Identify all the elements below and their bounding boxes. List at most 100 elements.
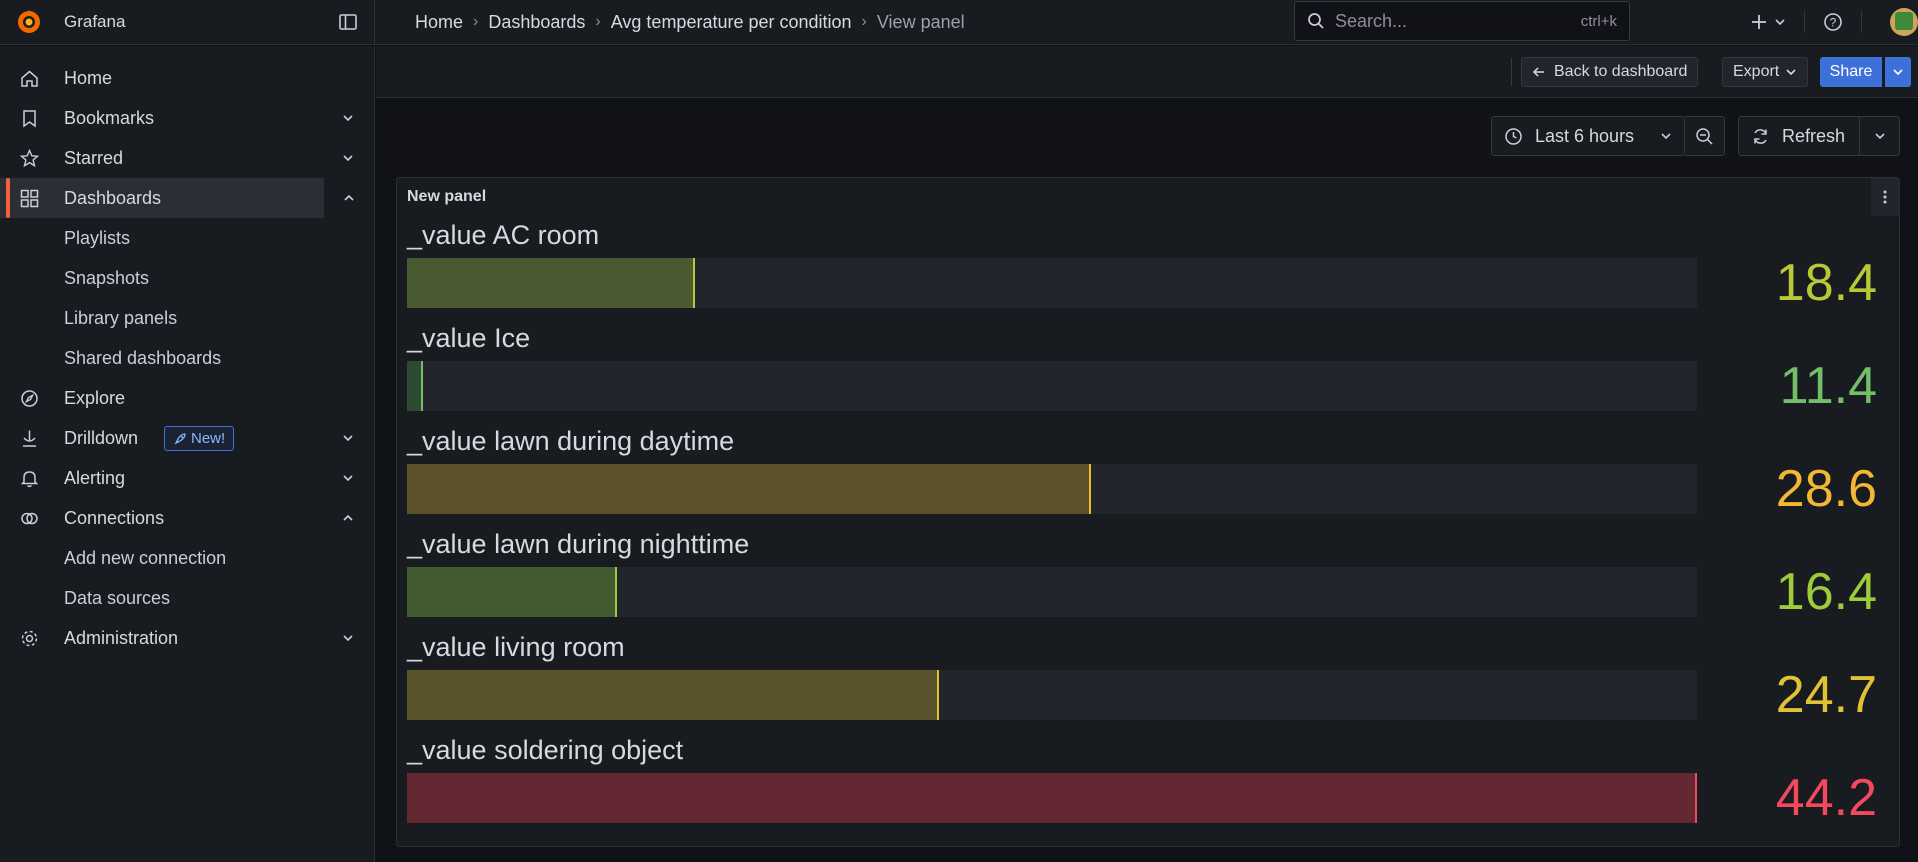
new-badge: New! <box>164 426 235 451</box>
sidebar-item-shared-dashboards[interactable]: Shared dashboards <box>0 338 374 378</box>
chevron-down-icon[interactable] <box>342 632 354 644</box>
gauge-value: 11.4 <box>1779 357 1877 415</box>
gauge-track <box>407 464 1697 514</box>
breadcrumb: Home › Dashboards › Avg temperature per … <box>415 12 965 33</box>
gauge-edge <box>937 670 939 720</box>
refresh-label: Refresh <box>1782 125 1846 146</box>
time-range-picker[interactable]: Last 6 hours <box>1491 116 1685 156</box>
export-button[interactable]: Export <box>1722 57 1809 87</box>
time-range-label: Last 6 hours <box>1535 125 1635 146</box>
bar-gauge-panel: New panel _value AC room 18.4 _value Ice 11… <box>396 177 1900 847</box>
sidebar-item-label: Snapshots <box>64 267 150 288</box>
avatar[interactable] <box>1890 8 1918 36</box>
gauge-track <box>407 258 1697 308</box>
zoom-out-button[interactable] <box>1685 116 1725 156</box>
sidebar-item-administration[interactable]: Administration <box>0 618 374 658</box>
grafana-logo-icon[interactable] <box>16 9 42 35</box>
share-menu-button[interactable] <box>1885 57 1911 87</box>
sidebar: Home Bookmarks Starred Dashboards Playli… <box>0 46 375 862</box>
gauge-edge <box>1695 773 1697 823</box>
gauge-fill <box>407 567 617 617</box>
connections-icon <box>21 512 38 525</box>
chevron-down-icon[interactable] <box>342 432 354 444</box>
divider <box>1861 11 1862 33</box>
sidebar-item-add-new-connection[interactable]: Add new connection <box>0 538 374 578</box>
chevron-up-icon[interactable] <box>342 512 354 524</box>
sidebar-item-playlists[interactable]: Playlists <box>0 218 374 258</box>
search-input[interactable]: Search... ctrl+k <box>1294 1 1630 41</box>
sidebar-item-label: Drilldown <box>64 427 139 448</box>
breadcrumb-dashboards[interactable]: Dashboards <box>488 12 585 33</box>
star-icon <box>20 149 39 168</box>
gauge-row: _value AC room 18.4 <box>407 220 1897 323</box>
gauge-fill <box>407 670 939 720</box>
gauge-track <box>407 361 1697 411</box>
back-label: Back to dashboard <box>1554 63 1688 80</box>
refresh-icon <box>1754 128 1767 144</box>
refresh-interval-button[interactable] <box>1860 116 1900 156</box>
gauge-fill <box>407 773 1697 823</box>
chevron-down-icon[interactable] <box>342 472 354 484</box>
sidebar-item-label: Data sources <box>64 587 171 608</box>
divider <box>1804 11 1805 33</box>
breadcrumb-dashboard[interactable]: Avg temperature per condition <box>611 12 852 33</box>
help-icon[interactable]: ? <box>1823 12 1843 32</box>
gauge-label: _value AC room <box>407 220 600 250</box>
sidebar-item-home[interactable]: Home <box>0 58 374 98</box>
zoom-out-icon <box>1696 127 1713 145</box>
panel-menu-button[interactable] <box>1871 178 1899 216</box>
sidebar-item-snapshots[interactable]: Snapshots <box>0 258 374 298</box>
gauge-edge <box>421 361 423 411</box>
arrow-left-icon <box>1532 67 1544 77</box>
clock-icon <box>1505 127 1522 145</box>
main-content: Back to dashboard Export Share Last 6 ho… <box>376 46 1918 862</box>
gauge-value: 18.4 <box>1775 254 1877 312</box>
chevron-right-icon: › <box>861 13 867 30</box>
chevron-right-icon: › <box>595 13 601 30</box>
chevron-up-icon[interactable] <box>343 192 355 204</box>
sidebar-item-drilldown[interactable]: Drilldown New! <box>0 418 374 458</box>
sidebar-item-dashboards[interactable]: Dashboards <box>0 178 354 218</box>
sidebar-item-label: Starred <box>64 147 124 168</box>
gauge-label: _value lawn during nighttime <box>407 529 750 559</box>
sidebar-item-label: Bookmarks <box>64 107 155 128</box>
refresh-button[interactable]: Refresh <box>1738 116 1860 156</box>
export-label: Export <box>1733 63 1780 80</box>
topbar-actions: ? <box>1750 8 1918 36</box>
chevron-down-icon[interactable] <box>342 152 354 164</box>
plus-icon[interactable] <box>1750 13 1768 31</box>
share-button[interactable]: Share <box>1820 57 1882 87</box>
gauge-edge <box>615 567 617 617</box>
dashboard-toolbar: Back to dashboard Export Share <box>376 46 1918 98</box>
sidebar-item-library-panels[interactable]: Library panels <box>0 298 374 338</box>
sidebar-item-label: Playlists <box>64 227 131 248</box>
sidebar-item-label: Library panels <box>64 307 178 328</box>
sidebar-item-bookmarks[interactable]: Bookmarks <box>0 98 374 138</box>
top-bar: Grafana Home › Dashboards › Avg temperat… <box>0 0 1918 45</box>
sidebar-item-connections[interactable]: Connections <box>0 498 374 538</box>
gauge-label: _value lawn during daytime <box>407 426 735 456</box>
sidebar-item-label: Shared dashboards <box>64 347 222 368</box>
search-placeholder: Search... <box>1335 10 1408 31</box>
panel-title: New panel <box>407 188 487 205</box>
sidebar-item-starred[interactable]: Starred <box>0 138 374 178</box>
breadcrumb-home[interactable]: Home <box>415 12 463 33</box>
dashboards-icon <box>20 189 39 208</box>
sidebar-item-explore[interactable]: Explore <box>0 378 374 418</box>
sidebar-item-label: Administration <box>64 627 179 648</box>
back-to-dashboard-button[interactable]: Back to dashboard <box>1521 57 1699 87</box>
sidebar-item-data-sources[interactable]: Data sources <box>0 578 374 618</box>
chevron-down-icon[interactable] <box>1774 16 1786 28</box>
chevron-down-icon <box>1661 133 1671 140</box>
sidebar-item-alerting[interactable]: Alerting <box>0 458 374 498</box>
gauge-track <box>407 773 1697 823</box>
bell-icon <box>20 471 39 488</box>
gauge-edge <box>693 258 695 308</box>
divider <box>1511 58 1512 86</box>
gauge-track <box>407 567 1697 617</box>
drilldown-icon <box>23 430 36 447</box>
search-icon <box>1308 13 1324 29</box>
chevron-down-icon[interactable] <box>342 112 354 124</box>
dock-menu-icon[interactable] <box>338 12 358 32</box>
chevron-down-icon <box>1893 69 1903 76</box>
